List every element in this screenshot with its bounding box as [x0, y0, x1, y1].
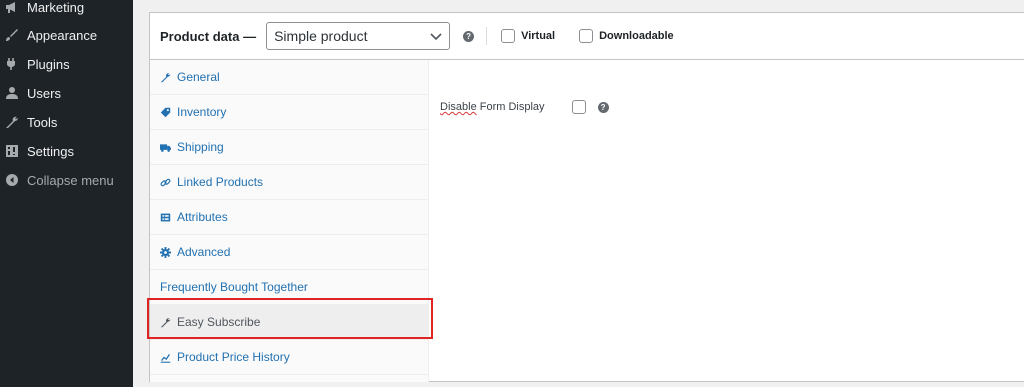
- sidebar-item-settings[interactable]: Settings: [0, 137, 133, 165]
- tab-label: Shipping: [177, 140, 224, 154]
- tab-easy-subscribe[interactable]: Easy Subscribe: [150, 305, 429, 340]
- product-type-value: Simple product: [274, 28, 368, 44]
- tab-shipping[interactable]: Shipping: [150, 130, 429, 165]
- tab-inventory[interactable]: Inventory: [150, 95, 429, 130]
- megaphone-icon: [5, 0, 19, 14]
- disable-form-display-label: Disable Form Display: [440, 101, 545, 113]
- product-type-select[interactable]: Simple product: [266, 22, 451, 50]
- tab-label: General: [177, 70, 220, 84]
- tab-label: Product Price History: [177, 350, 290, 364]
- sidebar-item-tools[interactable]: Tools: [0, 108, 133, 136]
- sidebar-item-label: Settings: [27, 143, 74, 159]
- list-icon: [160, 212, 171, 223]
- disable-word: Disable: [440, 101, 477, 113]
- downloadable-checkbox[interactable]: [579, 29, 594, 43]
- help-icon[interactable]: ?: [463, 30, 475, 42]
- disable-form-display-checkbox[interactable]: [571, 100, 586, 114]
- tab-general[interactable]: General: [150, 60, 429, 95]
- tab-label: Advanced: [177, 245, 231, 259]
- collapse-icon: [5, 173, 19, 187]
- tab-label: Frequently Bought Together: [160, 280, 308, 294]
- tab-frequently-bought-together[interactable]: Frequently Bought Together: [150, 270, 429, 305]
- wrench-icon: [160, 317, 171, 328]
- paintbrush-icon: [5, 28, 19, 42]
- product-data-main: Disable Form Display ?: [430, 60, 1024, 381]
- sidebar-item-label: Users: [27, 85, 61, 101]
- wrench-icon: [5, 115, 19, 129]
- users-icon: [5, 86, 19, 100]
- sidebar-item-label: Plugins: [27, 56, 70, 72]
- header-divider: [486, 27, 488, 45]
- tab-advanced[interactable]: Advanced: [150, 235, 429, 270]
- collapse-menu-button[interactable]: Collapse menu: [0, 166, 133, 194]
- link-icon: [160, 177, 171, 188]
- gear-icon: [160, 246, 171, 258]
- chart-icon: [160, 352, 171, 363]
- sidebar-item-appearance[interactable]: Appearance: [0, 21, 133, 49]
- admin-sidebar: Marketing Appearance Plugins Users Tools…: [0, 0, 133, 387]
- help-icon[interactable]: ?: [597, 101, 609, 113]
- sidebar-item-marketing[interactable]: Marketing: [0, 0, 133, 21]
- downloadable-checkbox-group[interactable]: Downloadable: [579, 29, 674, 43]
- plugin-icon: [5, 57, 19, 71]
- tab-label: Easy Subscribe: [177, 315, 261, 329]
- disable-form-display-field: Disable Form Display ?: [440, 100, 609, 114]
- chevron-down-icon: [430, 28, 442, 44]
- tab-linked-products[interactable]: Linked Products: [150, 165, 429, 200]
- product-data-tabs: General Inventory Shipping Linked Produc…: [150, 60, 429, 382]
- tab-attributes[interactable]: Attributes: [150, 200, 429, 235]
- truck-icon: [160, 142, 171, 153]
- virtual-checkbox-group[interactable]: Virtual: [501, 29, 555, 43]
- virtual-label: Virtual: [521, 30, 556, 42]
- product-data-panel: Product data — Simple product ? Virtual …: [149, 12, 1024, 382]
- wrench-icon: [160, 72, 171, 83]
- tab-label: Inventory: [177, 105, 227, 119]
- virtual-checkbox[interactable]: [501, 29, 516, 43]
- downloadable-label: Downloadable: [599, 30, 674, 42]
- sidebar-item-label: Appearance: [27, 27, 98, 43]
- sidebar-item-label: Tools: [27, 114, 58, 130]
- sidebar-item-label: Marketing: [27, 0, 85, 15]
- tab-product-price-history[interactable]: Product Price History: [150, 340, 429, 375]
- product-data-header: Product data — Simple product ? Virtual …: [150, 13, 1024, 60]
- sidebar-item-plugins[interactable]: Plugins: [0, 50, 133, 78]
- tab-label: Attributes: [177, 210, 228, 224]
- sidebar-item-label: Collapse menu: [27, 172, 114, 188]
- product-data-title: Product data —: [160, 28, 257, 44]
- settings-icon: [5, 144, 19, 158]
- tab-label: Linked Products: [177, 175, 264, 189]
- tag-icon: [160, 107, 171, 118]
- form-display-text: Form Display: [476, 101, 545, 113]
- sidebar-item-users[interactable]: Users: [0, 79, 133, 107]
